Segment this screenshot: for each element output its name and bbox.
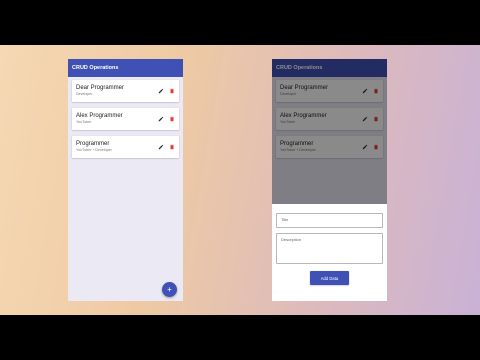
modal-scrim[interactable] [272,59,387,204]
list-item-subtitle: YouTuber + Developer [76,148,112,152]
list-item-subtitle: Developer [76,92,93,96]
title-placeholder: Title [281,217,289,222]
list-item-actions [158,144,175,150]
list-item-subtitle: YouTuber [76,120,92,124]
description-input[interactable]: Description [276,233,383,264]
video-frame: CRUD Operations Dear Programmer Develope… [0,45,480,315]
delete-icon[interactable] [169,144,175,150]
edit-icon[interactable] [158,88,164,94]
list-item-title: Programmer [76,141,110,147]
list-item-title: Dear Programmer [76,85,125,91]
add-fab-button[interactable]: + [162,282,177,297]
list-item-text: Dear Programmer Developer [76,85,158,97]
list-item-title: Alex Programmer [76,113,123,119]
description-placeholder: Description [281,237,302,242]
phone-form-screen: CRUD Operations Dear Programmer Develope… [272,59,387,301]
edit-icon[interactable] [158,144,164,150]
bottom-sheet-form: Title Description Add Data [272,204,387,301]
list-item-actions [158,116,175,122]
add-data-button[interactable]: Add Data [310,271,349,285]
list-item-actions [158,88,175,94]
add-data-label: Add Data [320,275,339,281]
app-title: CRUD Operations [72,65,119,71]
title-input[interactable]: Title [276,213,383,228]
list-item[interactable]: Programmer YouTuber + Developer [72,136,179,158]
app-bar: CRUD Operations [68,59,183,77]
delete-icon[interactable] [169,116,175,122]
edit-icon[interactable] [158,116,164,122]
phone-list-screen: CRUD Operations Dear Programmer Develope… [68,59,183,301]
notes-list: Dear Programmer Developer Alex Programme… [68,77,183,167]
letterbox-top [0,0,480,45]
list-item-text: Programmer YouTuber + Developer [76,141,158,153]
list-item[interactable]: Dear Programmer Developer [72,80,179,102]
list-item-text: Alex Programmer YouTuber [76,113,158,125]
delete-icon[interactable] [169,88,175,94]
plus-icon: + [167,284,172,294]
list-item[interactable]: Alex Programmer YouTuber [72,108,179,130]
letterbox-bottom [0,315,480,360]
